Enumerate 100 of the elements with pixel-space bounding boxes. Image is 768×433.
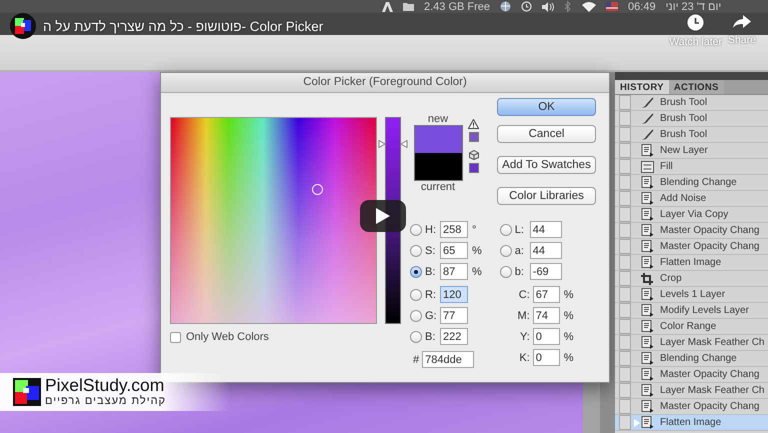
history-item[interactable]: Blending Change: [615, 351, 768, 367]
dialog-button[interactable]: Color Libraries: [497, 187, 596, 205]
document-icon: [640, 256, 654, 269]
value-field[interactable]: 65: [440, 242, 468, 259]
checkbox[interactable]: [170, 332, 181, 342]
share-button[interactable]: Share: [728, 14, 756, 48]
watch-later-button[interactable]: Watch later: [669, 14, 722, 48]
value-field[interactable]: 222: [440, 328, 468, 345]
unit-label: °: [472, 224, 476, 236]
brush-icon: [640, 129, 654, 140]
gamut-color-chip[interactable]: [468, 132, 478, 142]
document-icon: [640, 144, 654, 157]
snapshot-box[interactable]: [619, 191, 631, 206]
history-item[interactable]: Fill: [615, 159, 768, 175]
radio-button[interactable]: [410, 288, 422, 300]
snapshot-box[interactable]: [619, 287, 631, 302]
history-item[interactable]: Master Opacity Chang: [615, 239, 768, 255]
history-label: Color Range: [660, 321, 716, 332]
history-item[interactable]: Modify Levels Layer: [615, 303, 768, 319]
history-item[interactable]: Layer Via Copy: [615, 207, 768, 223]
value-field[interactable]: 77: [440, 307, 468, 324]
document-icon: [640, 176, 654, 189]
document-icon: [640, 224, 654, 237]
slider-handle[interactable]: [378, 140, 408, 148]
snapshot-box[interactable]: [619, 319, 631, 334]
history-item[interactable]: Layer Mask Feather Ch: [615, 383, 768, 399]
radio-button[interactable]: [500, 224, 512, 236]
panel-tab[interactable]: HISTORY: [615, 80, 669, 94]
video-title[interactable]: פוטושופ - כל מה שצריך לדעת על ה- Color Picker: [43, 18, 670, 34]
snapshot-box[interactable]: [619, 175, 631, 190]
color-marker[interactable]: [312, 184, 323, 195]
play-button[interactable]: [360, 200, 406, 232]
list-icon: [640, 160, 654, 172]
unit-label: %: [564, 310, 574, 322]
history-item[interactable]: Master Opacity Chang: [615, 223, 768, 239]
radio-button[interactable]: [410, 330, 422, 342]
history-item[interactable]: Add Noise: [615, 191, 768, 207]
snapshot-box[interactable]: [619, 303, 631, 318]
dialog-button[interactable]: OK: [497, 98, 596, 116]
warning-icon[interactable]: [468, 119, 479, 129]
radio-button[interactable]: [410, 224, 422, 236]
value-field[interactable]: 0: [532, 328, 560, 345]
document-icon: [640, 208, 654, 221]
value-field[interactable]: -69: [530, 263, 562, 280]
value-field[interactable]: 120: [440, 286, 468, 303]
snapshot-box[interactable]: [619, 111, 631, 126]
value-field[interactable]: 44: [530, 221, 562, 238]
snapshot-box[interactable]: [619, 383, 631, 398]
value-field[interactable]: 0: [532, 349, 560, 366]
radio-button[interactable]: [410, 244, 422, 256]
cube-icon[interactable]: [468, 150, 478, 160]
history-item[interactable]: Blending Change: [615, 175, 768, 191]
radio-button[interactable]: [500, 244, 512, 256]
snapshot-box[interactable]: [619, 159, 631, 174]
channel-logo-icon[interactable]: [10, 13, 36, 39]
color-field[interactable]: [170, 117, 377, 324]
panel-tab[interactable]: ACTIONS: [668, 80, 724, 94]
snapshot-box[interactable]: [619, 255, 631, 270]
history-label: Master Opacity Chang: [660, 241, 760, 252]
history-item[interactable]: Brush Tool: [615, 111, 768, 127]
snapshot-box[interactable]: [619, 127, 631, 142]
field-label: C:: [518, 288, 531, 300]
radio-button[interactable]: [410, 266, 422, 278]
menu-date: יום ד' 23 יוני: [666, 0, 722, 12]
history-item[interactable]: Brush Tool: [615, 95, 768, 111]
snapshot-box[interactable]: [619, 335, 631, 350]
dialog-button[interactable]: Cancel: [497, 125, 596, 143]
snapshot-box[interactable]: [619, 415, 631, 430]
snapshot-box[interactable]: [619, 143, 631, 158]
snapshot-box[interactable]: [619, 271, 631, 286]
history-item[interactable]: New Layer: [615, 143, 768, 159]
history-item[interactable]: Levels 1 Layer: [615, 287, 768, 303]
history-item[interactable]: Brush Tool: [615, 127, 768, 143]
snapshot-box[interactable]: [619, 239, 631, 254]
snapshot-box[interactable]: [619, 223, 631, 238]
brush-icon: [640, 113, 654, 124]
value-field[interactable]: 67: [532, 286, 560, 303]
snapshot-box[interactable]: [619, 367, 631, 382]
value-field[interactable]: 44: [530, 242, 562, 259]
document-icon: [640, 192, 654, 205]
history-item[interactable]: Flatten Image: [615, 415, 768, 431]
radio-button[interactable]: [500, 266, 512, 278]
snapshot-box[interactable]: [619, 399, 631, 414]
hex-field[interactable]: 784dde: [422, 351, 474, 368]
radio-button[interactable]: [410, 310, 422, 322]
history-item[interactable]: Master Opacity Chang: [615, 367, 768, 383]
web-color-chip[interactable]: [468, 163, 478, 173]
history-item[interactable]: Flatten Image: [615, 255, 768, 271]
history-item[interactable]: Color Range: [615, 319, 768, 335]
document-icon: [640, 320, 654, 333]
snapshot-box[interactable]: [619, 207, 631, 222]
dialog-button[interactable]: Add To Swatches: [497, 156, 596, 174]
value-field[interactable]: 87: [440, 263, 468, 280]
history-item[interactable]: Layer Mask Feather Ch: [615, 335, 768, 351]
snapshot-box[interactable]: [619, 351, 631, 366]
field-label: M:: [516, 310, 531, 322]
value-field[interactable]: 74: [532, 307, 560, 324]
snapshot-box[interactable]: [619, 95, 631, 110]
history-item[interactable]: Crop: [615, 271, 768, 287]
value-field[interactable]: 258: [440, 221, 468, 238]
